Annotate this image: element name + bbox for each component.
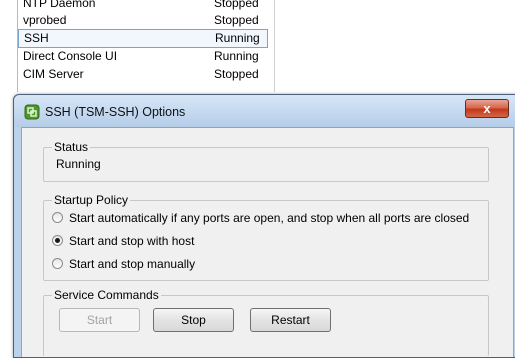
radio-label: Start and stop with host	[69, 234, 195, 248]
service-status: Running	[214, 49, 259, 63]
service-name: CIM Server	[23, 67, 84, 81]
ssh-options-dialog: SSH (TSM-SSH) Options x Status Running S…	[13, 94, 515, 358]
radio-button[interactable]	[52, 258, 63, 269]
service-status: Running	[215, 31, 260, 45]
service-name: Direct Console UI	[23, 49, 118, 63]
vsphere-app-icon	[24, 104, 40, 120]
list-item-direct-console-ui[interactable]: Direct Console UI Running	[18, 47, 268, 65]
dialog-content: Status Running Startup Policy Start auto…	[21, 127, 514, 357]
services-list: NTP Daemon Stopped vprobed Stopped SSH R…	[0, 0, 275, 92]
dialog-title: SSH (TSM-SSH) Options	[45, 105, 186, 119]
service-status: Stopped	[214, 67, 259, 81]
status-group: Status Running	[43, 140, 489, 182]
service-commands-label: Service Commands	[52, 288, 161, 302]
service-status: Stopped	[214, 13, 259, 27]
list-item-cim-server[interactable]: CIM Server Stopped	[18, 65, 268, 83]
service-commands-group: Service Commands Start Stop Restart	[43, 288, 489, 356]
radio-label: Start automatically if any ports are ope…	[69, 211, 470, 225]
radio-button-selected[interactable]	[52, 235, 63, 246]
service-name: vprobed	[23, 13, 67, 27]
restart-button[interactable]: Restart	[250, 308, 331, 332]
dialog-titlebar[interactable]: SSH (TSM-SSH) Options x	[14, 95, 515, 127]
status-group-label: Status	[52, 140, 91, 154]
list-item-vprobed[interactable]: vprobed Stopped	[18, 11, 268, 29]
startup-policy-label: Startup Policy	[52, 193, 131, 207]
radio-button[interactable]	[52, 212, 63, 223]
service-name: SSH	[24, 31, 49, 45]
list-right-border	[274, 0, 275, 92]
startup-policy-group: Startup Policy Start automatically if an…	[43, 193, 489, 281]
radio-label: Start and stop manually	[69, 257, 196, 271]
list-item-ssh[interactable]: SSH Running	[18, 29, 268, 48]
stop-button[interactable]: Stop	[153, 308, 234, 332]
close-button[interactable]: x	[465, 99, 509, 118]
status-value: Running	[56, 157, 101, 171]
start-button[interactable]: Start	[59, 308, 140, 332]
